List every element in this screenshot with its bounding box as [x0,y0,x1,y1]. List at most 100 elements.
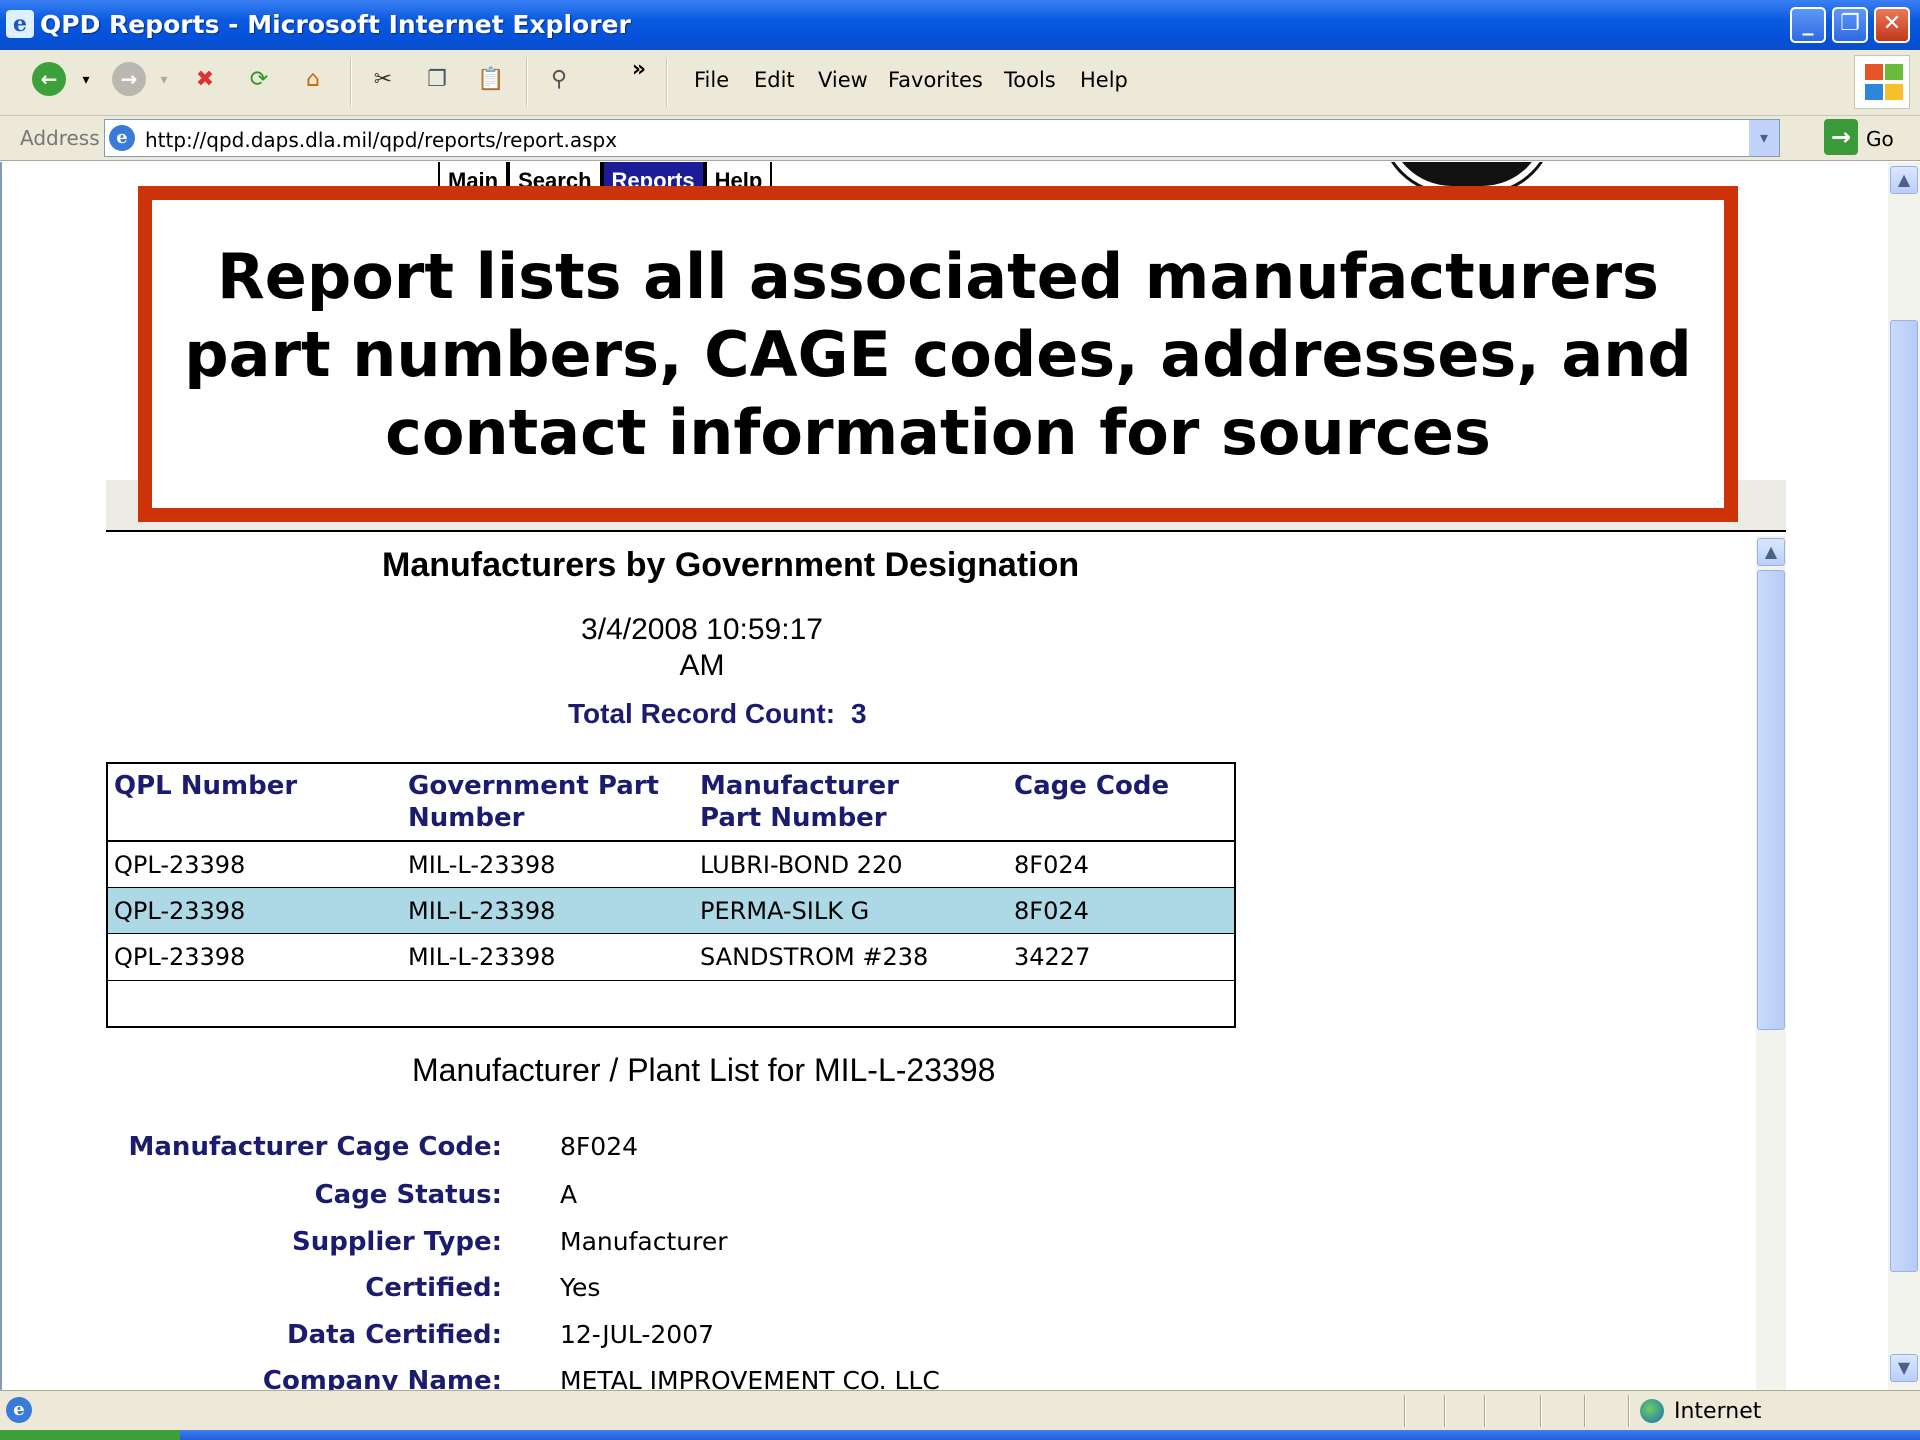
report-title: Manufacturers by Government Designation [382,546,1080,584]
status-pane-divider [1540,1395,1542,1427]
tab-main[interactable]: Main [438,162,509,188]
column-header[interactable]: Cage Code [1014,770,1169,802]
windows-logo-icon [1854,55,1910,109]
minimize-button[interactable]: _ [1790,7,1826,43]
table-cell: QPL-23398 [114,897,246,925]
window-title: QPD Reports - Microsoft Internet Explore… [40,10,631,39]
scroll-down-icon[interactable]: ▼ [1890,1354,1918,1382]
toolbar: ← ▾ → ▾ ✖ ⟳ ⌂ ✂ ❐ 📋 ⚲ » File Edit View F… [0,50,1920,116]
total-record-count: Total Record Count: 3 [568,698,867,730]
table-row[interactable]: QPL-23398 MIL-L-23398 SANDSTROM #238 342… [108,934,1234,980]
page-status-icon: e [6,1397,32,1423]
field-certified: Certified: Yes [2,1273,1302,1313]
table-row[interactable]: QPL-23398 MIL-L-23398 LUBRI-BOND 220 8F0… [108,842,1234,888]
toolbar-separator [666,58,668,106]
address-url[interactable]: http://qpd.daps.dla.mil/qpd/reports/repo… [145,128,617,152]
table-cell: LUBRI-BOND 220 [700,851,903,879]
status-pane-divider [1628,1395,1630,1427]
record-count-value: 3 [851,698,867,729]
table-cell: MIL-L-23398 [408,897,556,925]
field-supplier-type: Supplier Type: Manufacturer [2,1227,1302,1267]
address-label: Address [20,126,100,150]
refresh-icon[interactable]: ⟳ [244,64,274,96]
address-bar: Address e http://qpd.daps.dla.mil/qpd/re… [0,116,1920,161]
go-button-label[interactable]: Go [1866,127,1894,151]
field-value: Manufacturer [560,1227,728,1256]
table-cell: 8F024 [1014,897,1089,925]
menu-edit[interactable]: Edit [754,68,795,92]
menu-help[interactable]: Help [1080,68,1128,92]
forward-dropdown-icon[interactable]: ▾ [154,64,174,96]
cut-icon[interactable]: ✂ [368,64,398,96]
field-value: METAL IMPROVEMENT CO. LLC [560,1366,940,1390]
column-header[interactable]: Government Part Number [408,770,668,834]
report-frame-scrollbar[interactable]: ▲ [1756,536,1786,1390]
scroll-up-icon[interactable]: ▲ [1890,166,1918,194]
go-arrow-icon[interactable]: → [1824,119,1858,155]
site-nav-tabs: Main Search Reports Help [438,162,773,188]
plant-list-title: Manufacturer / Plant List for MIL-L-2339… [412,1052,996,1088]
field-company-name: Company Name: METAL IMPROVEMENT CO. LLC [2,1366,1302,1390]
field-value: 12-JUL-2007 [560,1320,715,1349]
status-pane-divider [1404,1395,1406,1427]
menu-file[interactable]: File [694,68,729,92]
tab-search[interactable]: Search [508,162,602,188]
table-cell: 8F024 [1014,851,1089,879]
copy-icon[interactable]: ❐ [422,64,452,96]
table-cell: PERMA-SILK G [700,897,870,925]
restore-button[interactable]: ❐ [1832,7,1868,43]
close-button[interactable]: ✕ [1874,7,1910,43]
manufacturers-table: QPL Number Government Part Number Manufa… [106,762,1236,1028]
scroll-thumb[interactable] [1757,570,1785,1030]
scroll-thumb[interactable] [1890,320,1918,1272]
report-timestamp: 3/4/2008 10:59:17 AM [522,612,882,684]
start-button[interactable] [0,1430,180,1440]
field-label: Certified: [365,1273,502,1303]
back-dropdown-icon[interactable]: ▾ [76,64,96,96]
table-header-row: QPL Number Government Part Number Manufa… [108,764,1234,842]
field-value: A [560,1180,578,1209]
toolbar-separator [350,58,352,106]
menu-favorites[interactable]: Favorites [888,68,983,92]
table-cell: QPL-23398 [114,851,246,879]
table-footer-row [108,980,1234,1026]
record-count-label: Total Record Count: [568,698,836,729]
forward-icon[interactable]: → [112,62,146,96]
security-zone-label: Internet [1674,1399,1762,1424]
search-icon[interactable]: ⚲ [544,64,574,96]
more-tools-chevron[interactable]: » [624,54,654,86]
windows-taskbar [0,1430,1920,1440]
page-viewport: Main Search Reports Help Report lists al… [0,162,1888,1390]
tab-help[interactable]: Help [704,162,773,188]
address-dropdown-icon[interactable]: ▾ [1749,120,1779,156]
field-label: Manufacturer Cage Code: [128,1132,502,1162]
status-pane-divider [1444,1395,1446,1427]
column-header[interactable]: Manufacturer Part Number [700,770,960,834]
menu-view[interactable]: View [818,68,868,92]
internet-zone-icon [1640,1399,1664,1423]
table-cell: 34227 [1014,943,1091,971]
field-label: Company Name: [262,1366,502,1390]
page-scrollbar[interactable]: ▲ ▼ [1888,162,1920,1390]
back-icon[interactable]: ← [32,62,66,96]
table-row[interactable]: QPL-23398 MIL-L-23398 PERMA-SILK G 8F024 [108,888,1234,934]
table-cell: QPL-23398 [114,943,246,971]
page-icon: e [109,125,135,151]
menu-tools[interactable]: Tools [1004,68,1056,92]
paste-icon[interactable]: 📋 [476,64,506,96]
home-icon[interactable]: ⌂ [298,64,328,96]
ie-logo-icon: e [6,10,34,38]
table-cell: SANDSTROM #238 [700,943,929,971]
tab-reports[interactable]: Reports [601,162,705,188]
address-input[interactable]: e http://qpd.daps.dla.mil/qpd/reports/re… [104,119,1780,157]
scroll-up-icon[interactable]: ▲ [1757,538,1785,566]
stop-icon[interactable]: ✖ [190,64,220,96]
toolbar-separator [526,58,528,106]
table-cell: MIL-L-23398 [408,943,556,971]
field-cage-status: Cage Status: A [2,1180,1302,1220]
status-pane-divider [1484,1395,1486,1427]
table-cell: MIL-L-23398 [408,851,556,879]
column-header[interactable]: QPL Number [114,770,297,802]
field-value: Yes [560,1273,601,1302]
field-cage-code: Manufacturer Cage Code: 8F024 [2,1132,1302,1172]
